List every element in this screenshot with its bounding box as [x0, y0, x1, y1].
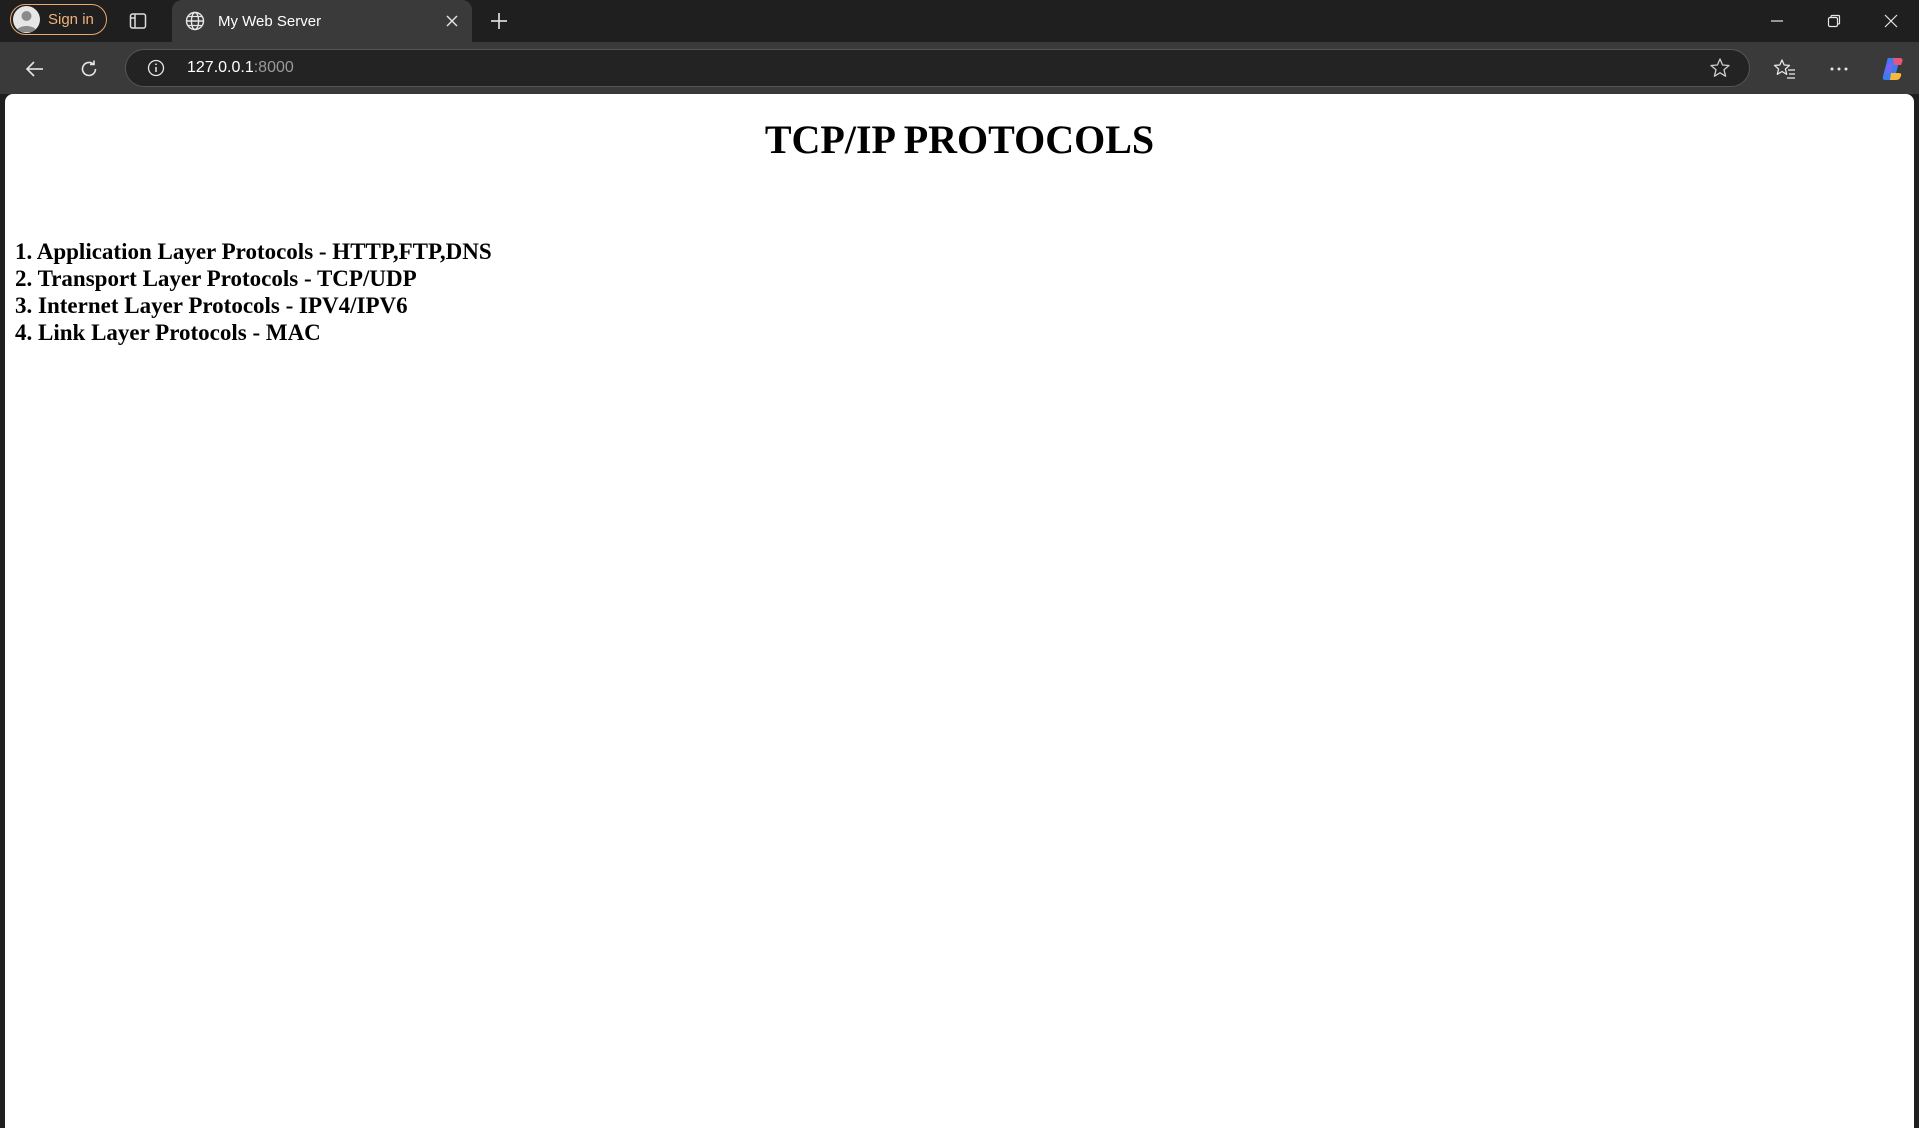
tab-my-web-server[interactable]: My Web Server: [172, 0, 472, 42]
url-port: :8000: [253, 59, 294, 76]
ellipsis-icon[interactable]: [1822, 52, 1856, 86]
close-window-icon[interactable]: [1862, 0, 1919, 42]
list-item: 1. Application Layer Protocols - HTTP,FT…: [15, 239, 492, 264]
new-tab-plus-icon[interactable]: [486, 8, 512, 34]
window-controls: [1748, 0, 1919, 42]
url-host: 127.0.0.1: [187, 59, 254, 76]
list-item: 4. Link Layer Protocols - MAC: [15, 320, 321, 345]
sign-in-button[interactable]: Sign in: [10, 4, 107, 35]
browser-titlebar: Sign in My Web Server: [0, 0, 1919, 42]
minimize-icon[interactable]: [1748, 0, 1805, 42]
arrow-left-icon[interactable]: [18, 52, 52, 86]
browser-toolbar: 127.0.0.1:8000: [0, 42, 1919, 94]
favorites-icon[interactable]: [1768, 52, 1802, 86]
page-content: TCP/IP PROTOCOLS 1. Application Layer Pr…: [5, 94, 1914, 1128]
close-tab-icon[interactable]: [442, 11, 462, 31]
tab-actions-icon[interactable]: [124, 8, 152, 34]
info-icon[interactable]: [146, 58, 166, 78]
list-item: 3. Internet Layer Protocols - IPV4/IPV6: [15, 293, 408, 318]
address-bar[interactable]: 127.0.0.1:8000: [125, 49, 1750, 87]
refresh-icon[interactable]: [72, 52, 106, 86]
list-item: 2. Transport Layer Protocols - TCP/UDP: [15, 266, 417, 291]
url-text[interactable]: 127.0.0.1:8000: [187, 50, 294, 86]
sign-in-label: Sign in: [48, 11, 94, 28]
avatar-icon: [13, 6, 40, 33]
restore-icon[interactable]: [1805, 0, 1862, 42]
page-title: TCP/IP PROTOCOLS: [764, 117, 1155, 162]
protocol-list: 1. Application Layer Protocols - HTTP,FT…: [15, 238, 492, 346]
tab-title: My Web Server: [218, 12, 322, 30]
star-icon[interactable]: [1709, 57, 1731, 79]
copilot-icon[interactable]: [1876, 52, 1910, 86]
globe-icon: [182, 8, 208, 34]
